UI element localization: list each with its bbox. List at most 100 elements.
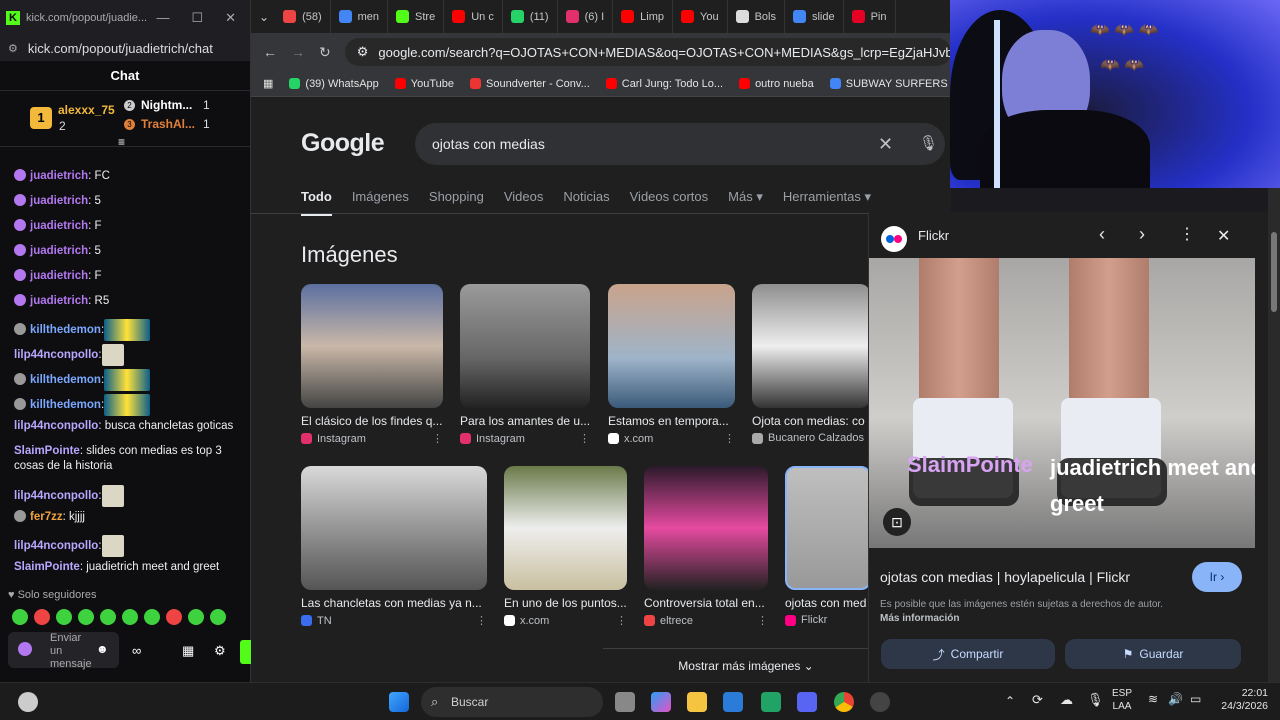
result-source[interactable]: Flickr [785, 614, 871, 626]
share-button[interactable]: ⤴ Compartir [881, 639, 1055, 669]
infinity-icon[interactable]: ∞ [132, 643, 141, 658]
discord-icon[interactable] [797, 692, 817, 712]
leader-name-3[interactable]: TrashAl... [141, 117, 195, 131]
result-thumbnail[interactable] [504, 466, 627, 590]
tab-videos-cortos[interactable]: Videos cortos [630, 189, 709, 216]
mic-tray-icon[interactable]: 🎙 [1087, 693, 1104, 706]
spreadsheet-app-icon[interactable] [761, 692, 781, 712]
tab-imagenes[interactable]: Imágenes [352, 189, 409, 216]
chat-username[interactable]: lilp44nconpollo [14, 349, 98, 361]
result-title[interactable]: El clásico de los findes q... [301, 414, 443, 428]
tab-mas[interactable]: Más ▾ [728, 189, 763, 216]
chat-username[interactable]: SlaimPointe [14, 561, 80, 573]
close-icon[interactable]: ✕ [225, 10, 236, 26]
page-scrollbar[interactable] [1268, 188, 1280, 682]
result-thumbnail[interactable] [644, 466, 768, 590]
result-source[interactable]: Instagram ⋮ [301, 432, 443, 445]
scrollbar-thumb[interactable] [1271, 232, 1277, 312]
image-result-card[interactable]: ojotas con med Flickr [785, 466, 871, 626]
kick-url-bar[interactable]: ⚙ kick.com/popout/juadietrich/chat [0, 35, 250, 61]
clock[interactable]: 22:01 24/3/2026 [1212, 687, 1268, 713]
result-title[interactable]: Estamos en tempora... [608, 414, 735, 428]
next-image-icon[interactable]: › [1139, 224, 1145, 245]
result-source[interactable]: Instagram ⋮ [460, 432, 590, 445]
chat-username[interactable]: killthedemon [30, 374, 101, 386]
bookmark-item[interactable]: YouTube [394, 78, 454, 90]
chat-username[interactable]: killthedemon [30, 324, 101, 336]
browser-tab[interactable]: You [673, 0, 728, 33]
preview-source[interactable]: Flickr [918, 228, 949, 243]
wifi-icon[interactable]: ≋ [1148, 693, 1158, 706]
bookmark-item[interactable]: (39) WhatsApp [289, 78, 379, 90]
result-title[interactable]: En uno de los puntos... [504, 596, 627, 610]
result-menu-icon[interactable]: ⋮ [757, 614, 768, 627]
image-result-card[interactable]: Las chancletas con medias ya n... TN ⋮ [301, 466, 487, 627]
reload-icon[interactable]: ↻ [319, 44, 331, 61]
browser-tab[interactable]: (6) I [558, 0, 614, 33]
emote-icon[interactable] [166, 609, 182, 625]
result-thumbnail[interactable] [460, 284, 590, 408]
preview-title[interactable]: ojotas con medias | hoylapelicula | Flic… [880, 569, 1130, 585]
prev-image-icon[interactable]: ‹ [1099, 224, 1105, 245]
task-view-icon[interactable] [615, 692, 635, 712]
emote-icon[interactable] [56, 609, 72, 625]
result-menu-icon[interactable]: ⋮ [476, 614, 487, 627]
more-info-link[interactable]: Más información [880, 613, 959, 624]
tab-videos[interactable]: Videos [504, 189, 544, 216]
bookmark-item[interactable]: SUBWAY SURFERS -... [829, 78, 951, 90]
save-button[interactable]: ⚑ Guardar [1065, 639, 1241, 669]
browser-tab[interactable]: Limp [613, 0, 673, 33]
chat-username[interactable]: lilp44nconpollo [14, 540, 98, 552]
browser-tab[interactable]: Bols [728, 0, 785, 33]
chat-username[interactable]: juadietrich [30, 170, 88, 182]
chat-input[interactable]: Enviar un mensaje ☻ [8, 632, 119, 670]
site-settings-icon[interactable]: ⚙ [8, 42, 18, 55]
maximize-icon[interactable]: ☐ [191, 10, 203, 26]
store-app-icon[interactable] [723, 692, 743, 712]
tab-search-icon[interactable]: ⌄ [259, 10, 269, 24]
bookmark-item[interactable]: Carl Jung: Todo Lo... [605, 78, 723, 90]
result-source[interactable]: Bucanero Calzados [752, 432, 870, 444]
chat-username[interactable]: lilp44nconpollo [14, 490, 98, 502]
address-bar[interactable]: ⚙ google.com/search?q=OJOTAS+CON+MEDIAS&… [344, 38, 951, 66]
show-more-images-button[interactable]: Mostrar más imágenes ⌄ [603, 648, 889, 682]
leader-name-2[interactable]: Nightm... [141, 98, 192, 112]
result-source[interactable]: TN ⋮ [301, 614, 487, 627]
store-icon[interactable]: ▦ [182, 643, 194, 659]
result-title[interactable]: Controversia total en... [644, 596, 768, 610]
chat-username[interactable]: juadietrich [30, 245, 88, 257]
result-title[interactable]: Para los amantes de u... [460, 414, 590, 428]
chat-username[interactable]: juadietrich [30, 195, 88, 207]
result-title[interactable]: Las chancletas con medias ya n... [301, 596, 487, 610]
taskbar-search[interactable]: ⌕ Buscar [421, 687, 603, 717]
visit-button[interactable]: Ir › [1192, 562, 1242, 592]
file-explorer-icon[interactable] [687, 692, 707, 712]
emote-bar[interactable] [12, 609, 232, 630]
chat-username[interactable]: juadietrich [30, 220, 88, 232]
browser-tab[interactable]: Un c [444, 0, 503, 33]
forward-icon[interactable]: → [291, 44, 305, 60]
result-source[interactable]: x.com ⋮ [504, 614, 627, 627]
emoji-icon[interactable]: ☻ [96, 642, 109, 656]
image-result-card[interactable]: El clásico de los findes q... Instagram ⋮ [301, 284, 443, 445]
more-options-icon[interactable]: ⋮ [1179, 224, 1195, 244]
close-preview-icon[interactable]: ✕ [1217, 226, 1230, 246]
chat-username[interactable]: killthedemon [30, 399, 101, 411]
tab-shopping[interactable]: Shopping [429, 189, 484, 216]
result-source[interactable]: x.com ⋮ [608, 432, 735, 445]
chat-username[interactable]: SlaimPointe [14, 445, 80, 457]
language-indicator[interactable]: ESP LAA [1112, 687, 1132, 713]
mic-icon[interactable] [18, 642, 32, 656]
collapse-menu-icon[interactable]: ≡ [118, 135, 125, 149]
chat-username[interactable]: fer7zz [30, 511, 63, 523]
result-menu-icon[interactable]: ⋮ [724, 432, 735, 445]
browser-tab[interactable]: Stre [388, 0, 445, 33]
tab-todo[interactable]: Todo [301, 189, 332, 216]
emote-icon[interactable] [78, 609, 94, 625]
emote-icon[interactable] [188, 609, 204, 625]
tab-herramientas[interactable]: Herramientas ▾ [783, 189, 871, 216]
voice-search-icon[interactable]: 🎙 [919, 123, 938, 165]
browser-tab[interactable]: slide [785, 0, 844, 33]
emote-icon[interactable] [100, 609, 116, 625]
result-menu-icon[interactable]: ⋮ [432, 432, 443, 445]
